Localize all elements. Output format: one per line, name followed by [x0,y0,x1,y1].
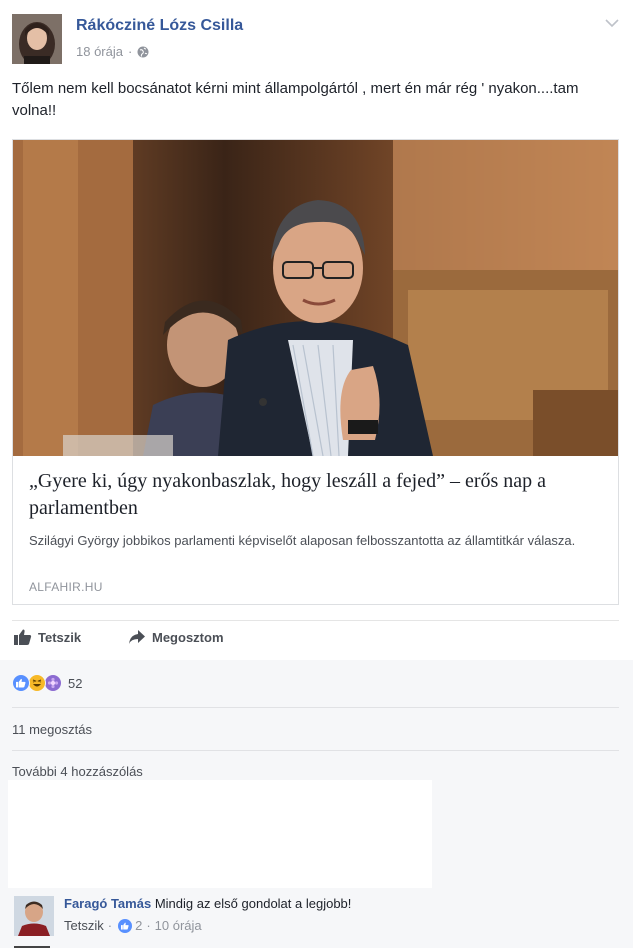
like-label: Tetszik [38,629,82,645]
share-label: Megosztom [152,629,224,645]
feedback-section: 52 11 megosztás További 4 hozzászólás Fa… [0,660,633,948]
love-icon [44,674,62,692]
like-button[interactable]: Tetszik [14,629,81,645]
meta-separator: · [146,918,151,933]
meta-separator: · [107,918,113,933]
redacted-comment-area [8,780,432,888]
link-preview-image[interactable] [13,140,618,456]
globe-icon[interactable] [137,46,149,58]
author-avatar[interactable] [12,14,62,64]
link-description: Szilágyi György jobbikos parlamenti képv… [29,533,576,548]
comment-meta: Tetszik · 2 · 10 órája [64,918,202,933]
post-text: Tőlem nem kell bocsánatot kérni mint áll… [12,80,579,119]
share-arrow-icon [129,630,145,644]
share-button[interactable]: Megosztom [128,629,224,645]
haha-icon [28,674,46,692]
meta-separator: · [127,44,133,59]
divider [12,707,619,708]
comment-item: Faragó Tamás Mindig az első gondolat a l… [14,896,614,944]
author-name[interactable]: Rákócziné Lózs Csilla [76,17,243,35]
comment-timestamp[interactable]: 10 órája [155,918,202,933]
link-title[interactable]: „Gyere ki, úgy nyakonbaszlak, hogy leszá… [29,468,609,522]
post-meta: 18 órája · [76,44,149,59]
comment-author[interactable]: Faragó Tamás [64,896,151,911]
comment-like-button[interactable]: Tetszik [64,918,104,933]
reactions-summary[interactable]: 52 [12,674,82,692]
divider [12,750,619,751]
post-header: Rákócziné Lózs Csilla 18 órája · [12,14,621,66]
link-preview-card[interactable]: „Gyere ki, úgy nyakonbaszlak, hogy leszá… [12,139,619,605]
comment-like-count[interactable]: 2 [135,918,142,933]
action-bar: Tetszik Megosztom [12,620,619,660]
comment-text: Mindig az első gondolat a legjobb! [154,896,352,911]
reaction-count: 52 [68,675,83,691]
like-icon [12,674,30,692]
comment-body: Faragó Tamás Mindig az első gondolat a l… [64,896,351,911]
share-count-link[interactable]: 11 megosztás [12,722,92,737]
thumbs-up-icon [14,629,32,645]
chevron-down-icon[interactable] [603,16,621,30]
commenter-avatar[interactable] [14,896,54,936]
link-source: ALFAHIR.HU [29,580,103,594]
post-timestamp[interactable]: 18 órája [76,44,123,59]
more-comments-link[interactable]: További 4 hozzászólás [12,764,143,779]
like-icon [118,918,133,933]
